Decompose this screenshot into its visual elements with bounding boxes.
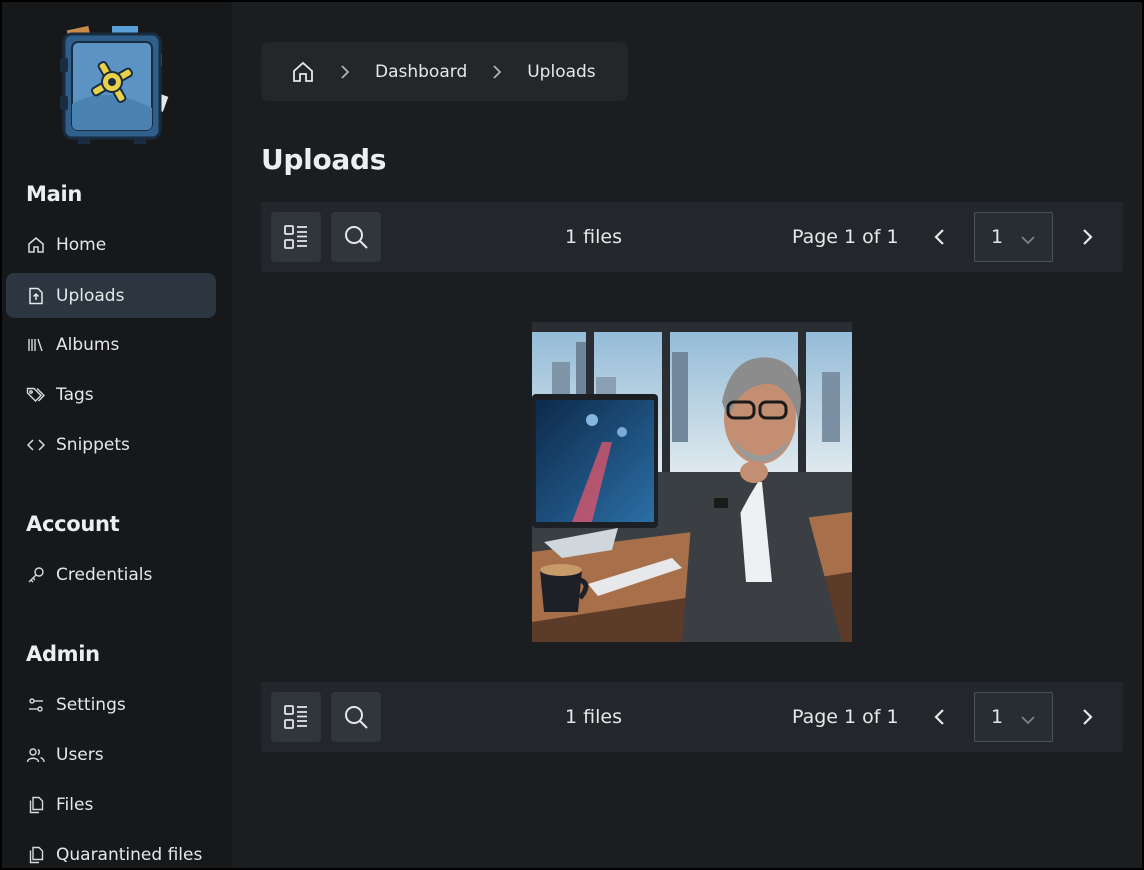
sidebar-item-label: Settings: [56, 694, 126, 715]
file-count: 1 files: [565, 226, 622, 248]
page-select[interactable]: 1: [974, 692, 1053, 742]
pagination-toolbar-top: 1 files Page 1 of 1 1: [261, 202, 1123, 272]
page-select-value: 1: [991, 226, 1004, 248]
sidebar-item-label: Tags: [56, 384, 94, 405]
next-page-button[interactable]: [1071, 700, 1105, 734]
search-button[interactable]: [331, 212, 381, 262]
sidebar-item-label: Home: [56, 234, 107, 255]
view-toggle-button[interactable]: [271, 692, 321, 742]
home-icon[interactable]: [291, 60, 315, 84]
sidebar-item-quarantined-files[interactable]: Quarantined files: [6, 832, 216, 870]
sidebar-item-label: Albums: [56, 334, 120, 355]
list-view-icon: [283, 704, 309, 730]
sidebar-item-home[interactable]: Home: [6, 222, 216, 267]
sidebar-item-credentials[interactable]: Credentials: [6, 552, 216, 597]
chevron-down-icon: [1020, 230, 1036, 252]
breadcrumb-dashboard[interactable]: Dashboard: [375, 62, 467, 82]
search-button[interactable]: [331, 692, 381, 742]
key-icon: [26, 565, 46, 585]
home-icon: [26, 235, 46, 255]
sidebar-item-uploads[interactable]: Uploads: [6, 273, 216, 318]
chevron-right-icon: [1082, 708, 1094, 726]
file-count: 1 files: [565, 706, 622, 728]
sidebar: Main Home Uploads Albums Tags Snippets A…: [0, 0, 232, 870]
sidebar-item-snippets[interactable]: Snippets: [6, 422, 216, 467]
sidebar-item-users[interactable]: Users: [6, 732, 216, 777]
search-icon: [343, 704, 369, 730]
tags-icon: [26, 385, 46, 405]
library-icon: [26, 335, 46, 355]
sidebar-item-tags[interactable]: Tags: [6, 372, 216, 417]
chevron-right-icon: [489, 64, 505, 80]
page-select[interactable]: 1: [974, 212, 1053, 262]
sliders-icon: [26, 695, 46, 715]
view-toggle-button[interactable]: [271, 212, 321, 262]
users-icon: [26, 745, 46, 765]
breadcrumb-uploads[interactable]: Uploads: [527, 62, 595, 82]
sidebar-item-settings[interactable]: Settings: [6, 682, 216, 727]
previous-page-button[interactable]: [922, 700, 956, 734]
chevron-down-icon: [1020, 710, 1036, 732]
list-view-icon: [283, 224, 309, 250]
sidebar-item-label: Snippets: [56, 434, 130, 455]
search-icon: [343, 224, 369, 250]
sidebar-item-label: Files: [56, 794, 94, 815]
section-title-admin: Admin: [26, 642, 100, 666]
upload-thumbnail[interactable]: [532, 322, 852, 642]
vault-safe-logo[interactable]: [56, 24, 170, 148]
sidebar-item-label: Users: [56, 744, 104, 765]
page-indicator: Page 1 of 1: [792, 226, 899, 248]
files-icon: [26, 845, 46, 865]
breadcrumb: Dashboard Uploads: [261, 42, 628, 101]
section-title-main: Main: [26, 182, 83, 206]
code-icon: [26, 435, 46, 455]
chevron-right-icon: [337, 64, 353, 80]
chevron-right-icon: [1082, 228, 1094, 246]
sidebar-item-label: Uploads: [56, 285, 125, 306]
sidebar-item-files[interactable]: Files: [6, 782, 216, 827]
previous-page-button[interactable]: [922, 220, 956, 254]
files-icon: [26, 795, 46, 815]
chevron-left-icon: [933, 708, 945, 726]
next-page-button[interactable]: [1071, 220, 1105, 254]
sidebar-item-label: Quarantined files: [56, 844, 203, 865]
chevron-left-icon: [933, 228, 945, 246]
page-select-value: 1: [991, 706, 1004, 728]
sidebar-item-label: Credentials: [56, 564, 153, 585]
sidebar-item-albums[interactable]: Albums: [6, 322, 216, 367]
file-upload-icon: [26, 286, 46, 306]
page-title: Uploads: [261, 143, 387, 176]
pagination-toolbar-bottom: 1 files Page 1 of 1 1: [261, 682, 1123, 752]
page-indicator: Page 1 of 1: [792, 706, 899, 728]
section-title-account: Account: [26, 512, 120, 536]
